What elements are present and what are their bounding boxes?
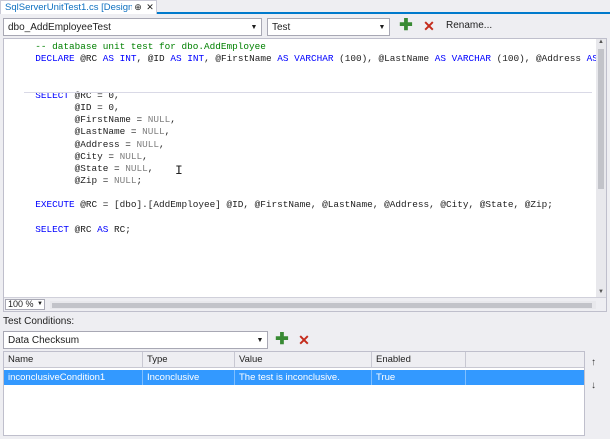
code-token: NULL (119, 150, 143, 162)
zoom-value: 100 % (8, 299, 34, 309)
code-token: DECLARE (24, 53, 81, 65)
code-token: SELECT (24, 223, 75, 235)
code-token: @RC (74, 223, 98, 235)
condition-type-value: Data Checksum (8, 334, 80, 346)
condition-enabled-cell[interactable]: True (372, 370, 466, 385)
code-line[interactable] (24, 78, 597, 90)
code-line[interactable] (24, 65, 597, 77)
code-line[interactable]: SELECT @RC AS RC; (24, 224, 597, 236)
code-line[interactable]: @FirstName = NULL, (24, 114, 597, 126)
code-token: @State = (24, 162, 126, 174)
code-token: @Zip = (24, 175, 115, 187)
column-header-type[interactable]: Type (143, 352, 235, 367)
code-token: RC; (114, 223, 131, 235)
chevron-down-icon: ▼ (256, 336, 264, 344)
add-test-icon[interactable]: ✚ (398, 18, 414, 34)
code-line[interactable]: @City = NULL, (24, 151, 597, 163)
code-token: (100), @Address (496, 53, 587, 65)
code-token: EXECUTE (24, 199, 81, 211)
grid-header: Name Type Value Enabled (4, 352, 584, 368)
script-type-value: Test (272, 21, 291, 33)
code-token: NULL (136, 138, 160, 150)
test-selector-dropdown[interactable]: dbo_AddEmployeeTest ▼ (3, 18, 262, 36)
code-token: AS (97, 223, 115, 235)
rename-button[interactable]: Rename... (446, 18, 492, 34)
chevron-down-icon: ▼ (37, 301, 43, 307)
condition-value-cell[interactable]: The test is inconclusive. (235, 370, 372, 385)
code-token: , @FirstName (204, 53, 278, 65)
vertical-scroll-thumb[interactable] (598, 49, 604, 189)
column-header-value[interactable]: Value (235, 352, 372, 367)
delete-test-icon[interactable]: ✕ (421, 18, 437, 34)
code-token: AS INT (170, 53, 205, 65)
document-tab-title: SqlServerUnitTest1.cs [Design] (5, 2, 132, 13)
code-line[interactable]: EXECUTE @RC = [dbo].[AddEmployee] @ID, @… (24, 199, 597, 211)
chevron-down-icon: ▼ (250, 23, 258, 31)
code-line[interactable]: -- database unit test for dbo.AddEmploye… (24, 41, 597, 53)
pin-icon[interactable]: ⊕ (132, 2, 144, 13)
test-conditions-grid: Name Type Value Enabled inconclusiveCond… (3, 351, 585, 436)
scroll-down-icon[interactable]: ▼ (596, 289, 606, 297)
document-tab-strip: SqlServerUnitTest1.cs [Design] ⊕ ✕ (0, 0, 610, 14)
code-line[interactable]: @ID = 0, (24, 102, 597, 114)
test-conditions-label: Test Conditions: (3, 316, 75, 327)
code-token: (100), @LastName (339, 53, 435, 65)
code-line[interactable]: DECLARE @RC AS INT, @ID AS INT, @FirstNa… (24, 53, 597, 65)
script-type-dropdown[interactable]: Test ▼ (267, 18, 390, 36)
code-token: , (142, 150, 148, 162)
code-token: @City = (24, 150, 120, 162)
sql-code-area[interactable]: -- database unit test for dbo.AddEmploye… (4, 39, 597, 297)
delete-condition-icon[interactable]: ✕ (296, 332, 312, 348)
code-token: AS INT (102, 53, 137, 65)
add-condition-icon[interactable]: ✚ (274, 332, 290, 348)
text-cursor-icon: I (175, 163, 183, 178)
code-token: , (147, 162, 154, 174)
code-token: NULL (125, 162, 148, 174)
code-token: -- database unit test for dbo.AddEmploye… (24, 41, 266, 52)
code-token: ; (136, 175, 143, 187)
code-token: , (170, 114, 176, 126)
scroll-up-icon[interactable]: ▲ (596, 39, 606, 47)
code-token: NULL (147, 114, 171, 126)
code-token: NULL (114, 175, 137, 187)
code-token: , (164, 126, 171, 138)
code-token: @LastName = (24, 126, 143, 138)
close-icon[interactable]: ✕ (144, 2, 156, 13)
code-token: @ID = 0, (24, 101, 120, 113)
editor-status-bar: 100 % ▼ (4, 297, 606, 311)
condition-name-cell[interactable]: inconclusiveCondition1 (4, 370, 143, 385)
table-row[interactable]: inconclusiveCondition1 Inconclusive The … (4, 370, 584, 385)
code-line[interactable]: @LastName = NULL, (24, 126, 597, 138)
column-header-enabled[interactable]: Enabled (372, 352, 466, 367)
code-token: NULL (142, 126, 165, 138)
code-line[interactable]: @State = NULL, (24, 163, 597, 175)
code-token: @FirstName = (24, 114, 148, 126)
current-line-highlight (24, 92, 592, 93)
code-token: @RC = [dbo].[AddEmployee] @ID, @FirstNam… (80, 199, 553, 211)
code-line[interactable] (24, 187, 597, 199)
document-tab[interactable]: SqlServerUnitTest1.cs [Design] ⊕ ✕ (0, 0, 157, 14)
code-token: AS VARCHAR (434, 53, 497, 65)
column-header-name[interactable]: Name (4, 352, 143, 367)
horizontal-scroll-thumb[interactable] (52, 303, 592, 308)
chevron-down-icon: ▼ (378, 23, 386, 31)
zoom-dropdown[interactable]: 100 % ▼ (5, 299, 45, 310)
condition-type-dropdown[interactable]: Data Checksum ▼ (3, 331, 268, 349)
code-line[interactable] (24, 212, 597, 224)
code-line[interactable]: @Zip = NULL; (24, 175, 597, 187)
vertical-scrollbar[interactable]: ▲ ▼ (596, 39, 606, 297)
code-token: AS VARCHAR (277, 53, 340, 65)
test-selector-value: dbo_AddEmployeeTest (8, 21, 111, 33)
designer-toolbar: dbo_AddEmployeeTest ▼ Test ▼ (0, 16, 610, 38)
code-token: , (159, 138, 165, 150)
horizontal-scrollbar[interactable] (50, 301, 596, 309)
move-down-icon[interactable]: ↓ (591, 380, 596, 391)
code-token: @RC (80, 53, 103, 65)
code-token: , @ID (136, 53, 171, 65)
move-up-icon[interactable]: ↑ (591, 357, 596, 368)
condition-type-cell[interactable]: Inconclusive (143, 370, 235, 385)
sql-editor[interactable]: -- database unit test for dbo.AddEmploye… (3, 38, 607, 312)
code-line[interactable]: @Address = NULL, (24, 139, 597, 151)
code-token: @Address = (24, 138, 137, 150)
